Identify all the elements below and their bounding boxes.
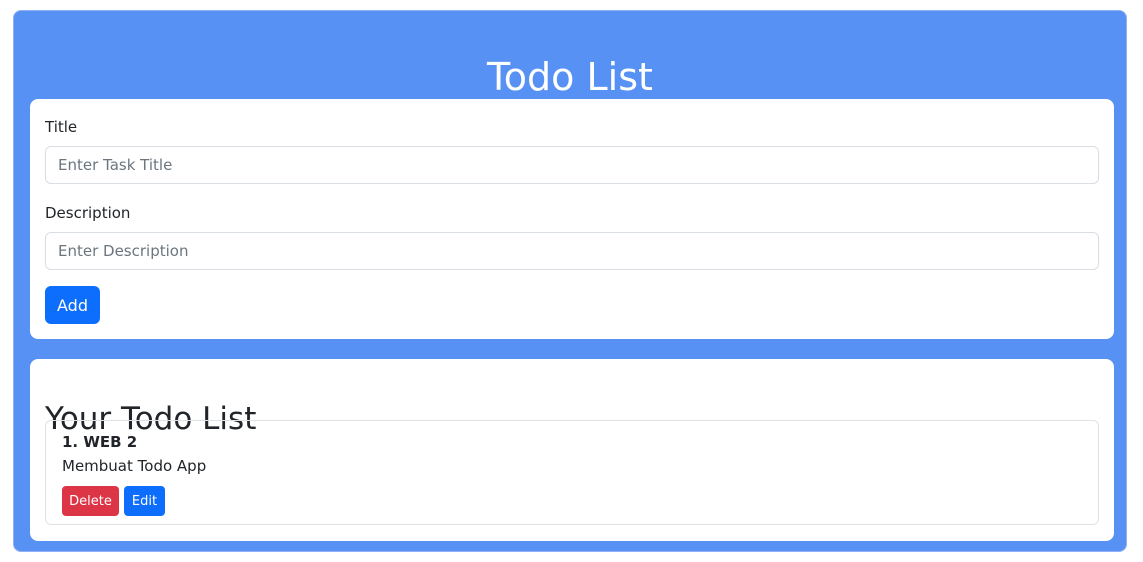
todo-description: Membuat Todo App — [62, 457, 207, 475]
todo-title: 1. WEB 2 — [62, 433, 138, 451]
task-title-input[interactable] — [45, 146, 1099, 184]
description-input[interactable] — [45, 232, 1099, 270]
task-form-card: Title Description Add — [30, 99, 1114, 339]
title-label: Title — [45, 118, 78, 136]
todo-list-card: Your Todo List 1. WEB 2 Membuat Todo App… — [30, 359, 1114, 541]
todo-app-container: Todo List Title Description Add Your Tod… — [13, 10, 1127, 552]
description-label: Description — [45, 204, 131, 222]
todo-item: 1. WEB 2 Membuat Todo App Delete Edit — [45, 420, 1099, 525]
page-title: Todo List — [487, 55, 653, 100]
add-task-button[interactable]: Add — [45, 286, 100, 324]
delete-button[interactable]: Delete — [62, 486, 119, 516]
edit-button[interactable]: Edit — [124, 486, 165, 516]
